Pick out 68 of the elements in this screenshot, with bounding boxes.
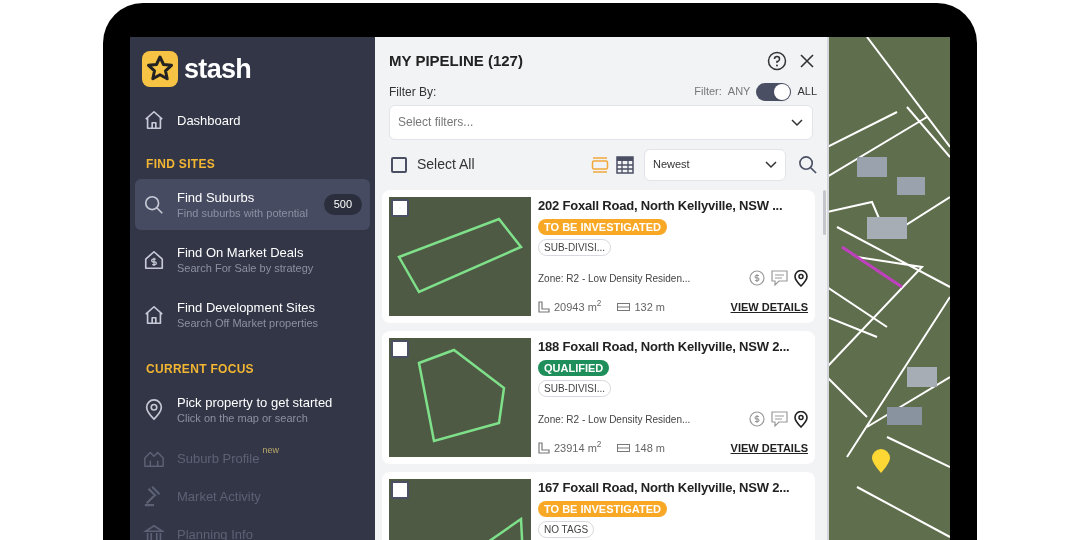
ruler-icon: [538, 441, 550, 454]
location-pin-icon[interactable]: [794, 269, 808, 287]
sidebar-item[interactable]: Find On Market Deals Search For Sale by strategy: [135, 234, 370, 285]
filter-label: Filter By:: [389, 83, 437, 101]
house-icon: [143, 303, 165, 326]
map-pin-icon: [872, 449, 890, 473]
star-logo-icon: [142, 51, 178, 87]
zone-text: Zone: R2 - Low Density Residen...: [538, 412, 691, 427]
filter-label: Filter:: [694, 84, 722, 100]
location-pin-icon[interactable]: [794, 410, 808, 428]
frontage-icon: [617, 443, 631, 452]
area-text: 23914 m$^{2}$: [554, 439, 602, 456]
status-badge: TO BE INVESTIGATED: [538, 500, 667, 517]
ruler-icon: [538, 300, 550, 313]
item-label: Find On Market Deals: [177, 244, 304, 261]
filter-select[interactable]: Select filters...: [389, 104, 813, 140]
checkbox[interactable]: [391, 156, 407, 173]
grid-view-button[interactable]: [615, 154, 635, 175]
location-pin-icon: [143, 398, 165, 421]
sidebar-item[interactable]: Find Development Sites Search Off Market properties: [135, 289, 370, 340]
checkbox[interactable]: [391, 198, 409, 217]
select-all-label: Select All: [417, 155, 475, 174]
view-details-link[interactable]: VIEW DETAILS: [730, 298, 808, 315]
close-icon[interactable]: [799, 53, 815, 70]
frontage-text: 132 m: [634, 299, 665, 315]
item-label: Find Development Sites: [177, 299, 315, 316]
new-label: new: [262, 443, 279, 457]
sidebar-item[interactable]: Pick property to get started Click on the map or search: [135, 384, 370, 435]
search-icon[interactable]: [798, 155, 817, 174]
any-label: ANY: [727, 84, 751, 100]
panel-title: MY PIPELINE (127): [389, 51, 523, 71]
search-icon: [143, 193, 165, 216]
sidebar-item[interactable]: Find Suburbs Find suburbs with potential 500: [135, 179, 370, 230]
section-heading: CURRENT FOCUS: [145, 361, 255, 378]
dollar-icon[interactable]: [749, 411, 765, 427]
zone-text: Zone: R2 - Low Density Residen...: [538, 271, 691, 286]
bank-icon: [143, 523, 165, 540]
section-heading: FIND SITES: [145, 156, 216, 173]
all-label: ALL: [797, 84, 817, 100]
chevron-down-icon: [791, 118, 803, 127]
status-badge: TO BE INVESTIGATED: [538, 218, 667, 235]
property-address: 167 Foxall Road, North Kellyville, NSW 2...: [538, 478, 791, 497]
item-label: Find Suburbs: [177, 189, 255, 206]
item-subtitle: Click on the map or search: [177, 411, 309, 425]
item-label: Dashboard: [177, 111, 241, 129]
frontage-text: 148 m: [634, 440, 665, 456]
checkbox[interactable]: [391, 480, 409, 499]
filter-toggle[interactable]: [756, 82, 792, 101]
sidebar-item[interactable]: Dashboard: [135, 101, 370, 139]
sort-dropdown[interactable]: Newest: [644, 148, 786, 181]
chevron-down-icon: [765, 160, 777, 169]
item-label: Pick property to get started: [177, 394, 333, 411]
house-icon: [143, 109, 165, 131]
property-address: 202 Foxall Road, North Kellyville, NSW ...: [538, 196, 784, 215]
item-subtitle: Search Off Market properties: [177, 316, 320, 330]
dollar-icon[interactable]: [749, 270, 765, 286]
status-badge: QUALIFIED: [538, 359, 610, 376]
help-icon[interactable]: [767, 51, 787, 72]
logo-wordmark: stash: [184, 55, 252, 83]
property-address: 188 Foxall Road, North Kellyville, NSW 2...: [538, 337, 791, 356]
frontage-icon: [617, 302, 631, 311]
view-details-link[interactable]: VIEW DETAILS: [730, 439, 808, 456]
count-badge: 500: [323, 194, 362, 215]
checkbox[interactable]: [391, 339, 409, 358]
area-text: 20943 m$^{2}$: [554, 298, 602, 315]
item-subtitle: Find suburbs with potential: [177, 206, 309, 220]
house-dollar-icon: [143, 248, 165, 271]
item-subtitle: Search For Sale by strategy: [177, 261, 315, 275]
